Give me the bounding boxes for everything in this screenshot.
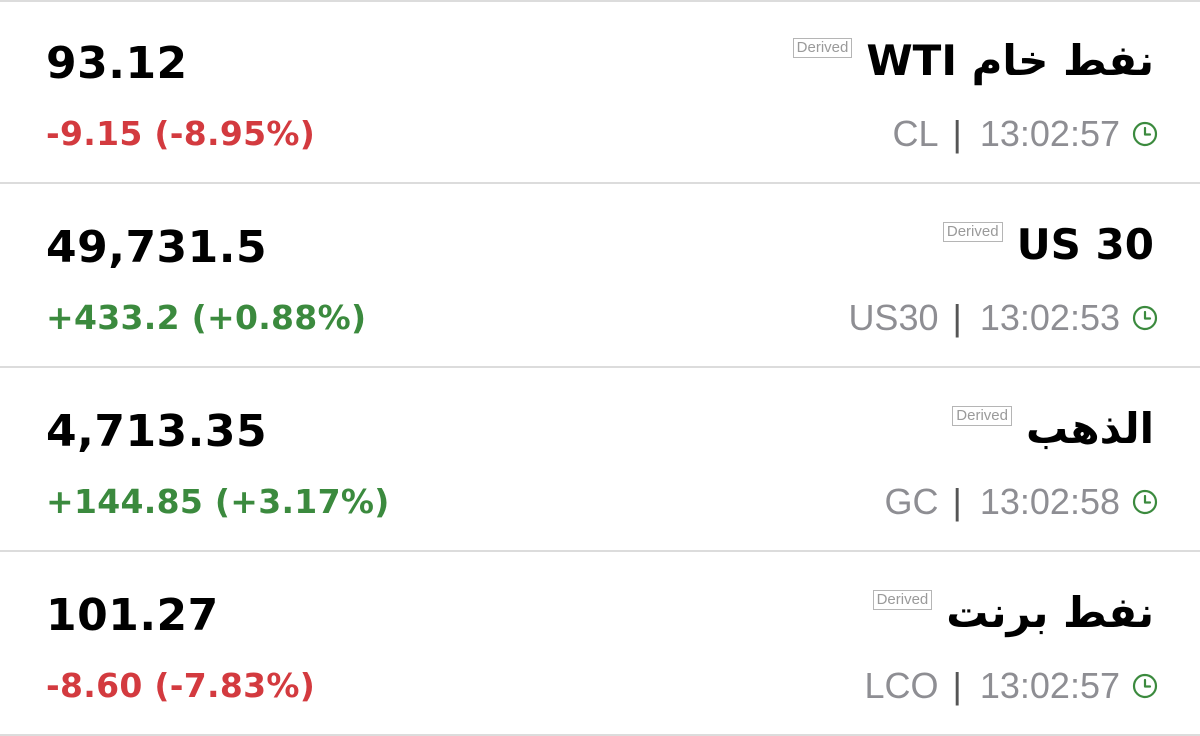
instrument-symbol: CL [892, 113, 939, 154]
quote-change: +144.85 (+3.17%) [46, 482, 390, 521]
instrument-name: نفط خام WTI [866, 36, 1154, 85]
quote-change: -8.60 (-7.83%) [46, 666, 316, 705]
quote-price: 101.27 [46, 590, 219, 641]
meta-separator: | [952, 481, 962, 522]
quote-time: 13:02:58 [979, 481, 1120, 522]
clock-icon [1132, 305, 1158, 331]
meta-separator: | [952, 665, 962, 706]
quote-meta: GC | 13:02:58 [885, 480, 1159, 524]
quote-row-gold[interactable]: 4,713.35 +144.85 (+3.17%) Derived الذهب … [0, 368, 1200, 552]
instrument-name: نفط برنت [946, 588, 1154, 637]
instrument-name: الذهب [1025, 404, 1154, 453]
quote-price: 49,731.5 [46, 222, 268, 273]
instrument-symbol: GC [884, 481, 939, 522]
meta-separator: | [952, 297, 962, 338]
quote-title: Derived الذهب [952, 398, 1154, 460]
quote-price: 93.12 [46, 38, 188, 89]
quote-time: 13:02:57 [979, 665, 1120, 706]
quote-title: Derived نفط برنت [872, 582, 1154, 644]
quote-price: 4,713.35 [46, 406, 268, 457]
derived-badge: Derived [942, 222, 1003, 242]
derived-badge: Derived [792, 38, 853, 58]
quote-title: Derived US 30 [942, 214, 1154, 276]
quote-change: +433.2 (+0.88%) [46, 298, 367, 337]
quote-row-wti[interactable]: 93.12 -9.15 (-8.95%) Derived نفط خام WTI… [0, 0, 1200, 184]
quote-time: 13:02:53 [979, 297, 1120, 338]
meta-separator: | [952, 113, 962, 154]
clock-icon [1132, 489, 1158, 515]
quote-change: -9.15 (-8.95%) [46, 114, 316, 153]
quote-time: 13:02:57 [979, 113, 1120, 154]
derived-badge: Derived [872, 590, 933, 610]
instrument-symbol: LCO [864, 665, 939, 706]
quote-meta: LCO | 13:02:57 [864, 664, 1158, 708]
quote-meta: US30 | 13:02:53 [848, 296, 1158, 340]
quote-title: Derived نفط خام WTI [792, 30, 1154, 92]
derived-badge: Derived [952, 406, 1012, 426]
quote-row-brent[interactable]: 101.27 -8.60 (-7.83%) Derived نفط برنت L… [0, 552, 1200, 736]
clock-icon [1132, 121, 1158, 147]
quote-row-us30[interactable]: 49,731.5 +433.2 (+0.88%) Derived US 30 U… [0, 184, 1200, 368]
clock-icon [1132, 673, 1158, 699]
instrument-symbol: US30 [848, 297, 939, 338]
instrument-name: US 30 [1016, 220, 1154, 269]
quote-meta: CL | 13:02:57 [892, 112, 1158, 156]
quotes-list: 49,731.5 +433.2 (+0.88%) Derived US 30 U… [0, 0, 1200, 736]
